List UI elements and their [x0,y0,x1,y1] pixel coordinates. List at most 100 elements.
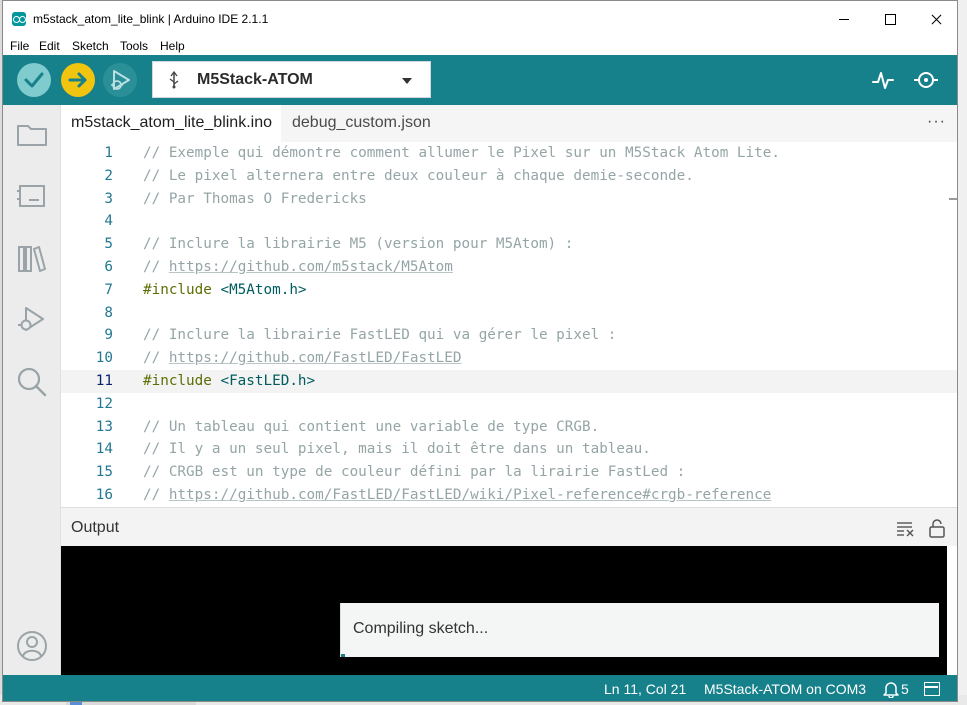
tab-debug-custom-json[interactable]: debug_custom.json [282,105,441,142]
upload-button[interactable] [61,63,95,97]
board-port-status[interactable]: M5Stack-ATOM on COM3 [704,681,866,697]
code-text: // Il y a un seul pixel, mais il doit êt… [143,438,651,460]
clear-output-icon[interactable] [895,518,915,538]
code-token: <M5Atom.h> [220,281,307,298]
verify-button[interactable] [17,63,51,97]
line-number: 9 [104,327,113,344]
title-bar: m5stack_atom_lite_blink | Arduino IDE 2.… [3,1,957,37]
code-token: #include [143,281,221,298]
notifications-count: 5 [901,681,909,697]
code-line[interactable]: 5 // Inclure la librairie M5 (version pou… [61,233,957,256]
scroll-lock-icon[interactable] [927,518,947,538]
editor-tab-bar: m5stack_atom_lite_blink.ino debug_custom… [61,105,957,142]
line-number: 6 [104,259,113,275]
code-line[interactable]: 10 // https://github.com/FastLED/FastLED [61,347,957,370]
status-bar: Ln 11, Col 21 M5Stack-ATOM on COM3 5 [3,675,957,701]
minimize-button[interactable] [821,1,867,37]
code-line[interactable]: 4 [61,210,957,233]
sketchbook-icon[interactable] [15,117,49,151]
code-text: // Un tableau qui contient une variable … [143,416,599,438]
serial-monitor-button[interactable] [913,67,939,93]
line-number: 11 [95,373,113,389]
menu-bar: File Edit Sketch Tools Help [3,37,957,55]
line-number: 3 [104,190,113,207]
code-link[interactable]: https://github.com/FastLED/FastLED [169,350,462,366]
code-line[interactable]: 15 // CRGB est un type de couleur défini … [61,461,957,484]
code-line[interactable]: 8 [61,302,957,325]
compiling-notification: Compiling sketch... [340,603,939,657]
line-number: 5 [104,236,113,253]
cursor-position[interactable]: Ln 11, Col 21 [604,681,686,697]
code-line[interactable]: 12 [61,393,957,416]
toolbar: M5Stack-ATOM [3,55,957,105]
code-token: // Il y a un seul pixel, mais il doit êt… [143,441,651,458]
search-icon[interactable] [15,365,49,399]
debug-button[interactable] [103,63,137,97]
line-number: 1 [104,145,113,161]
line-number: 13 [95,418,113,435]
menu-sketch[interactable]: Sketch [72,39,109,53]
serial-plotter-button[interactable] [870,67,896,93]
toggle-panel-icon[interactable] [924,682,940,696]
code-editor[interactable]: 1 // Exemple qui démontre comment allumer… [61,142,957,507]
code-line[interactable]: 7 #include <M5Atom.h> [61,279,957,302]
code-line[interactable]: 11 #include <FastLED.h> [61,370,957,393]
menu-edit[interactable]: Edit [39,39,60,53]
maximize-button[interactable] [867,1,913,37]
code-token: // Par Thomas O Fredericks [143,190,367,207]
code-line[interactable]: 1 // Exemple qui démontre comment allumer… [61,142,957,165]
code-text: // https://github.com/m5stack/M5Atom [143,256,453,278]
code-token: // [143,487,169,503]
code-token: <FastLED.h> [220,373,316,389]
code-token: // CRGB est un type de couleur défini pa… [143,464,686,481]
code-text: // https://github.com/FastLED/FastLED/wi… [143,484,771,506]
notifications-bell-icon[interactable] [883,680,899,698]
debug-icon[interactable] [15,303,49,337]
code-link[interactable]: https://github.com/m5stack/M5Atom [169,259,453,275]
code-token: // Un tableau qui contient une variable … [143,418,600,435]
progress-bar [341,654,345,657]
output-title: Output [71,519,120,536]
account-icon[interactable] [15,629,49,663]
code-line[interactable]: 13 // Un tableau qui contient une variabl… [61,416,957,439]
code-line[interactable]: 9 // Inclure la librairie FastLED qui va … [61,324,957,347]
more-actions-icon[interactable]: ··· [927,113,946,131]
debug-icon [111,70,130,90]
code-line[interactable]: 14 // Il y a un seul pixel, mais il doit … [61,438,957,461]
code-token: #include [143,373,221,389]
code-text: // Par Thomas O Fredericks [143,188,367,210]
line-number: 10 [95,350,113,367]
code-line[interactable]: 3 // Par Thomas O Fredericks [61,188,957,211]
menu-tools[interactable]: Tools [120,39,148,53]
code-token: // [143,259,169,275]
boards-manager-icon[interactable] [15,179,49,213]
code-token: // [143,350,169,367]
arduino-ide-window: m5stack_atom_lite_blink | Arduino IDE 2.… [2,0,958,702]
code-line[interactable]: 6 // https://github.com/m5stack/M5Atom [61,256,957,279]
library-manager-icon[interactable] [15,241,49,275]
code-text: #include <FastLED.h> [143,370,315,392]
notification-text: Compiling sketch... [353,620,489,637]
chevron-down-icon [402,78,412,84]
line-number: 15 [95,464,113,481]
line-number: 14 [95,441,113,458]
code-text: // Le pixel alternera entre deux couleur… [143,165,694,187]
code-text: // Exemple qui démontre comment allumer … [143,142,780,164]
arrow-right-icon [68,72,87,88]
output-panel-header: Output [61,507,957,546]
tab-m5stack-atom-lite-blink[interactable]: m5stack_atom_lite_blink.ino [61,105,281,142]
code-token: // Exemple qui démontre comment allumer … [143,145,780,161]
menu-file[interactable]: File [10,39,29,53]
code-link[interactable]: https://github.com/FastLED/FastLED/wiki/… [169,487,772,503]
close-button[interactable] [913,1,957,37]
board-selector[interactable]: M5Stack-ATOM [152,61,431,98]
menu-help[interactable]: Help [160,39,185,53]
code-text: // Inclure la librairie FastLED qui va g… [143,324,616,346]
code-line[interactable]: 16 // https://github.com/FastLED/FastLED/… [61,484,957,507]
code-token: // Le pixel alternera entre deux couleur… [143,167,694,184]
code-text: #include <M5Atom.h> [143,279,307,301]
code-token: // Inclure la librairie FastLED qui va g… [143,327,617,344]
code-token: // Inclure la librairie M5 (version pour… [143,236,574,253]
code-line[interactable]: 2 // Le pixel alternera entre deux couleu… [61,165,957,188]
code-text: // CRGB est un type de couleur défini pa… [143,461,685,483]
